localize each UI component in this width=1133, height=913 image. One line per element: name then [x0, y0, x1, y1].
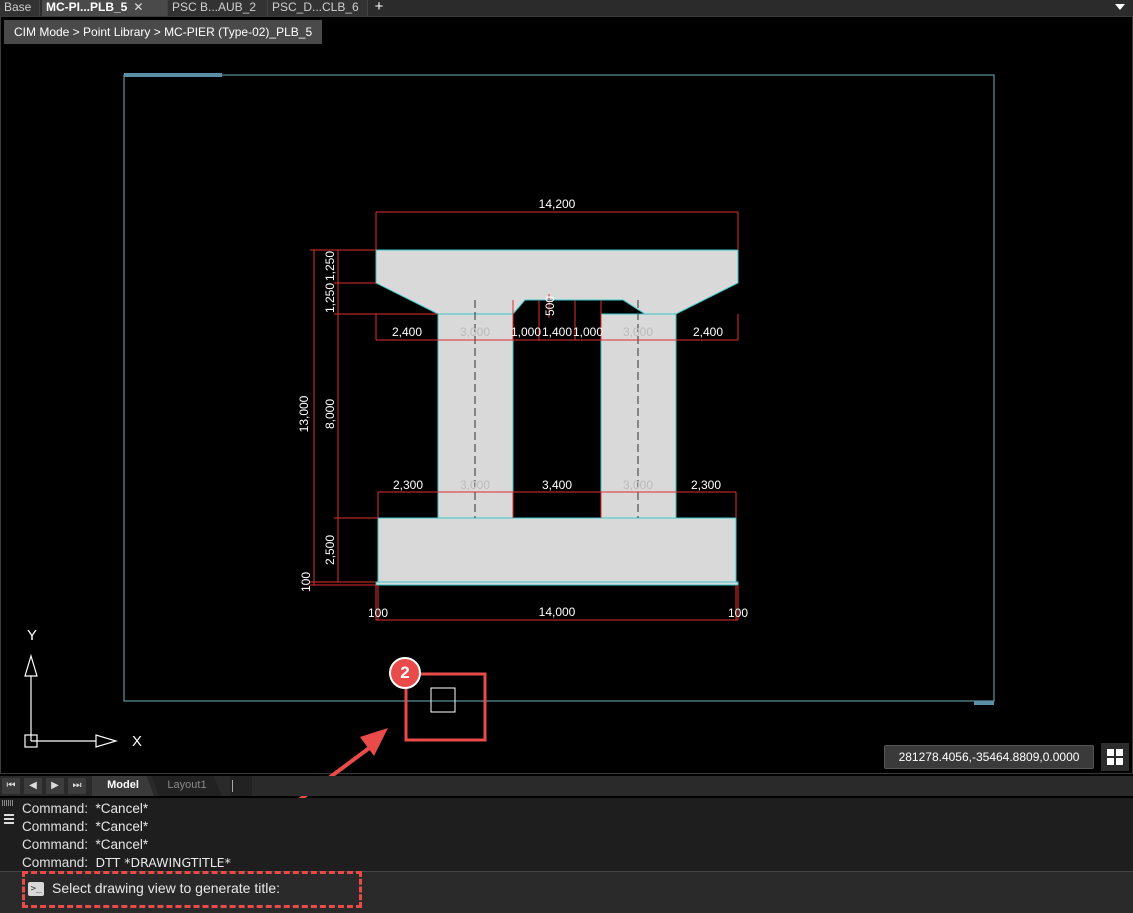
command-text: *Cancel*: [95, 801, 149, 816]
tab-model[interactable]: Model: [92, 776, 154, 796]
grid-icon: [1116, 758, 1123, 765]
command-history-line: Command: *Cancel*: [22, 836, 148, 854]
tab-label: Base: [4, 0, 32, 14]
new-layout-tab[interactable]: [230, 776, 252, 796]
breadcrumb: CIM Mode > Point Library > MC-PIER (Type…: [4, 20, 323, 44]
command-text: *Cancel*: [95, 819, 149, 834]
tab-list-dropdown-icon[interactable]: [1115, 4, 1125, 10]
grid-layout-button[interactable]: [1101, 743, 1129, 771]
add-tab-button[interactable]: +: [370, 0, 388, 16]
drawing-viewport[interactable]: [0, 16, 1133, 774]
tab-psc-b[interactable]: PSC B...AUB_2: [168, 0, 268, 16]
tab-psc-d[interactable]: PSC_D...CLB_6: [268, 0, 368, 16]
grid-icon: [1107, 749, 1114, 756]
grid-icon: [1107, 758, 1114, 765]
tab-base[interactable]: Base: [0, 0, 40, 16]
tab-label: MC-PI...PLB_5: [46, 0, 128, 14]
next-layout-button[interactable]: ▶: [46, 778, 64, 794]
command-history-line: Command: *Cancel*: [22, 818, 148, 836]
step-badge: 2: [389, 657, 421, 689]
command-prefix: Command:: [22, 819, 89, 834]
command-text: DTT *DRAWINGTITLE*: [95, 855, 231, 870]
command-prefix: Command:: [22, 837, 89, 852]
close-icon[interactable]: ✕: [133, 0, 143, 14]
command-history-line: Command: *Cancel*: [22, 800, 148, 818]
prompt-highlight-box: [22, 871, 362, 908]
tab-label: PSC_D...CLB_6: [272, 0, 359, 14]
prev-layout-button[interactable]: ◀: [24, 778, 42, 794]
layout-tab-bar: ⏮ ◀ ▶ ⏭ Model Layout1: [0, 776, 1133, 796]
last-layout-button[interactable]: ⏭: [68, 778, 86, 794]
command-history-line: Command: DTT *DRAWINGTITLE*: [22, 854, 231, 872]
tab-label: PSC B...AUB_2: [172, 0, 257, 14]
menu-icon[interactable]: [4, 814, 14, 824]
coordinate-readout: 281278.4056,-35464.8809,0.0000: [884, 745, 1094, 769]
panel-grip-handle[interactable]: [2, 800, 14, 806]
first-layout-button[interactable]: ⏮: [2, 778, 20, 794]
command-prefix: Command:: [22, 855, 89, 870]
command-prefix: Command:: [22, 801, 89, 816]
tab-mc-pier[interactable]: MC-PI...PLB_5 ✕: [42, 0, 168, 16]
tab-layout1[interactable]: Layout1: [152, 776, 222, 796]
grid-icon: [1116, 749, 1123, 756]
document-tab-bar: Base MC-PI...PLB_5 ✕ PSC B...AUB_2 PSC_D.…: [0, 0, 1133, 16]
command-text: *Cancel*: [95, 837, 149, 852]
